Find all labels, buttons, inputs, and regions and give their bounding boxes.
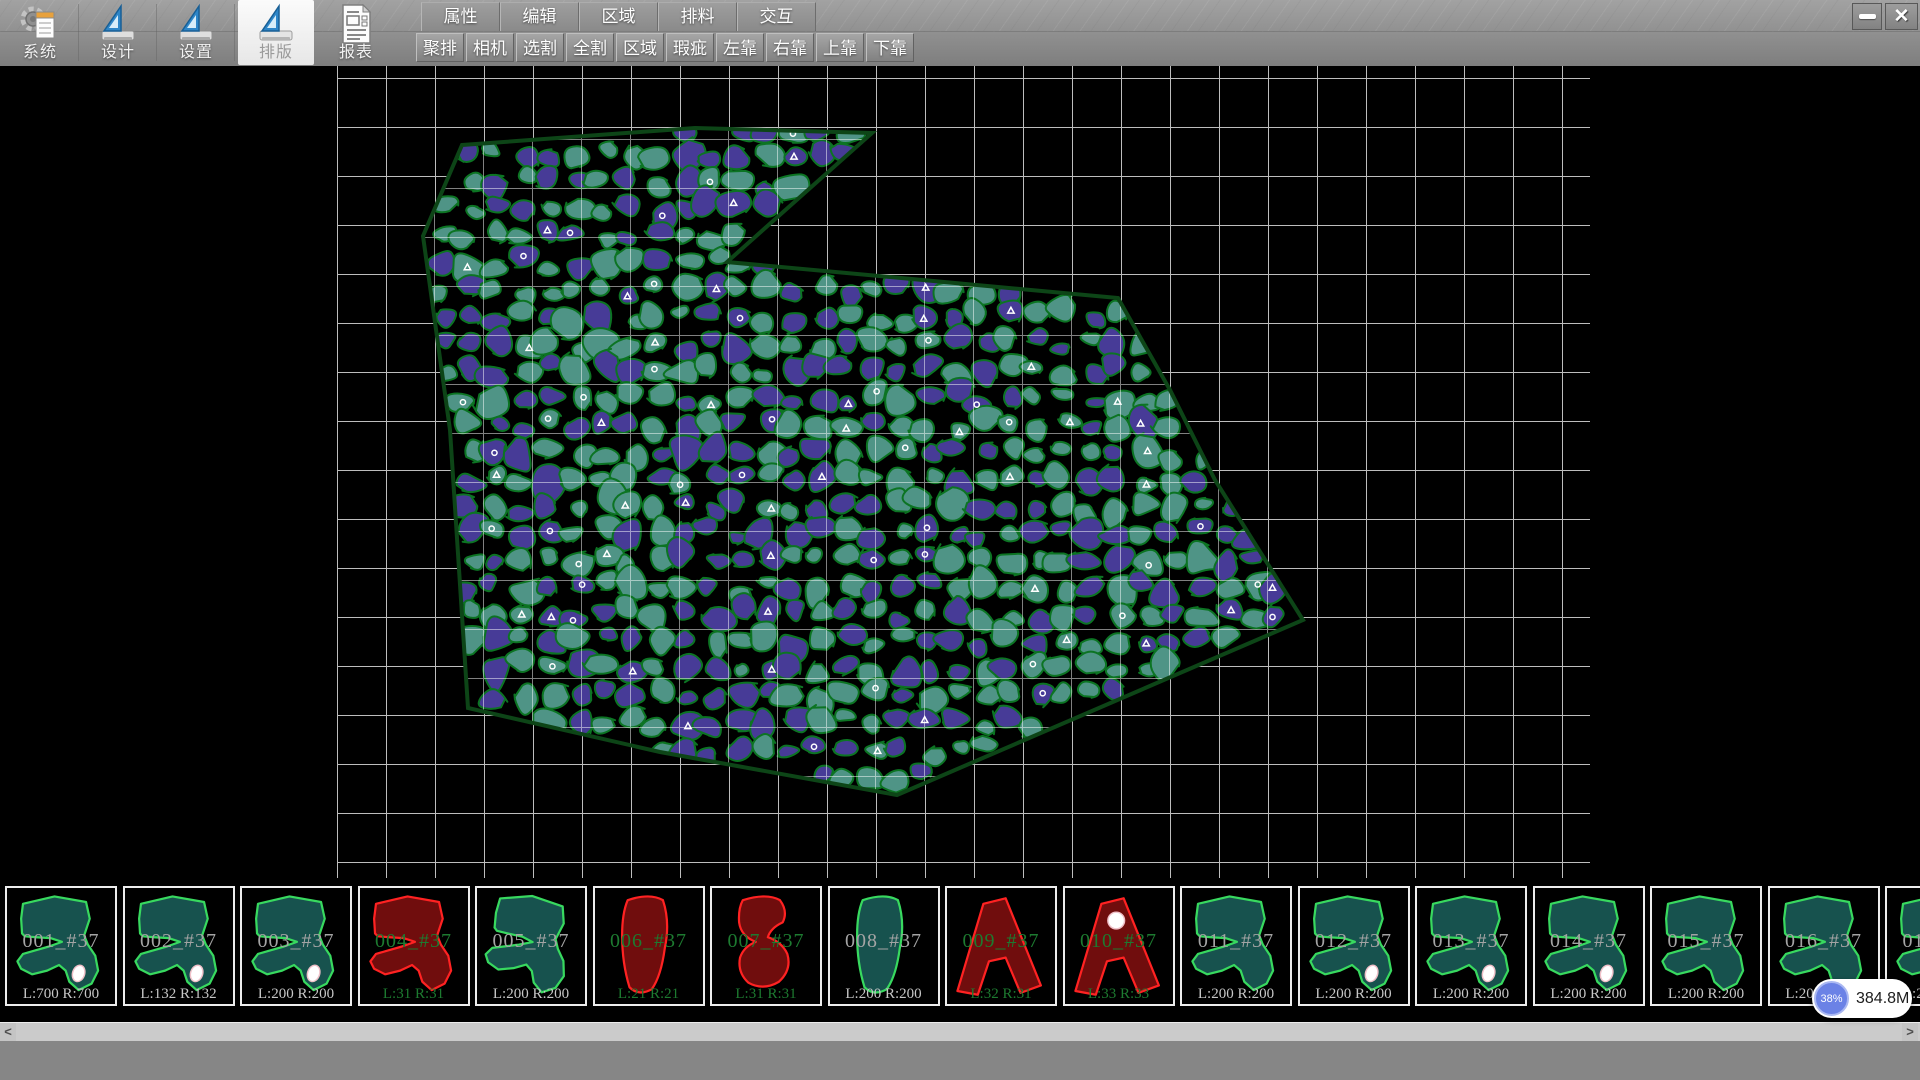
tab-nesting[interactable]: 排料 [658,2,737,31]
thumbnail-name-label: 015_#37 [1652,930,1760,953]
thumbnail-counts-label: L:200 R:200 [1652,986,1760,1003]
thumbnail-cell[interactable]: 013_#37 L:200 R:200 [1415,886,1527,1006]
scroll-right-arrow-icon[interactable]: > [1902,1023,1918,1041]
thumbnail-name-label: 006_#37 [595,930,703,953]
thumbnail-name-label: 003_#37 [242,930,350,953]
main-toolbar: 系统 设计 [0,0,1920,67]
thumbnail-name-label: 008_#37 [830,930,938,953]
thumbnail-counts-label: L:200 R:200 [830,986,938,1003]
close-button[interactable]: ✕ [1885,3,1918,30]
thumbnail-name-label: 012_#37 [1300,930,1408,953]
thumbnail-cell[interactable]: 012_#37 L:200 R:200 [1298,886,1410,1006]
tab-region[interactable]: 区域 [579,2,658,31]
piece-thumbnail-strip: 001_#37 L:700 R:700 002_#37 L:132 R:132 003_… [0,878,1920,1022]
thumbnail-cell[interactable]: 003_#37 L:200 R:200 [240,886,352,1006]
cut-all-button[interactable]: 全割 [566,33,614,62]
leather-hide-nest[interactable] [337,66,1590,878]
thumbnail-cell[interactable]: 004_#37 L:31 R:31 [358,886,470,1006]
tool-button-row: 聚排 相机 选割 全割 区域 瑕疵 左靠 右靠 上靠 下靠 [416,33,916,62]
thumbnail-cell[interactable]: 015_#37 L:200 R:200 [1650,886,1762,1006]
thumbnail-name-label: 013_#37 [1417,930,1525,953]
align-left-button[interactable]: 左靠 [716,33,764,62]
thumbnail-cell[interactable]: 002_#37 L:132 R:132 [123,886,235,1006]
horizontal-scrollbar[interactable]: < > [0,1022,1920,1041]
scroll-left-arrow-icon[interactable]: < [0,1023,16,1041]
thumbnail-cell[interactable]: 006_#37 L:21 R:21 [593,886,705,1006]
thumbnail-name-label: 002_#37 [125,930,233,953]
memory-value: 384.8M [1856,979,1909,1018]
thumbnail-counts-label: L:200 R:200 [1300,986,1408,1003]
thumbnail-counts-label: L:200 R:200 [477,986,585,1003]
system-button-label: 系统 [2,38,78,62]
system-button[interactable]: 系统 [2,0,78,65]
thumbnail-name-label: 017_#37 [1887,930,1920,953]
cpu-percent-indicator: 38% [1814,981,1849,1016]
menu-tab-row: 属性 编辑 区域 排料 交互 [421,2,816,30]
defect-button[interactable]: 瑕疵 [666,33,714,62]
memory-usage-badge[interactable]: 38% 384.8M [1812,979,1912,1018]
tab-edit[interactable]: 编辑 [500,2,579,31]
thumbnail-name-label: 005_#37 [477,930,585,953]
tab-interactive[interactable]: 交互 [737,2,816,31]
align-bottom-button[interactable]: 下靠 [866,33,914,62]
thumbnail-counts-label: L:31 R:31 [712,986,820,1003]
thumbnail-name-label: 009_#37 [947,930,1055,953]
minimize-icon [1859,14,1876,19]
grid-overlay [337,66,1590,878]
thumbnail-counts-label: L:21 R:21 [595,986,703,1003]
layout-button-active[interactable]: 排版 [238,0,314,65]
align-right-button[interactable]: 右靠 [766,33,814,62]
thumbnail-cell[interactable]: 009_#37 L:32 R:31 [945,886,1057,1006]
thumbnail-name-label: 010_#37 [1065,930,1173,953]
design-button-label: 设计 [80,38,156,62]
camera-button[interactable]: 相机 [466,33,514,62]
settings-button-label: 设置 [158,38,234,62]
report-button[interactable]: 报表 [318,0,394,65]
cluster-nest-button[interactable]: 聚排 [416,33,464,62]
minimize-button[interactable] [1852,3,1882,30]
thumbnail-counts-label: L:132 R:132 [125,986,233,1003]
thumbnail-name-label: 001_#37 [7,930,115,953]
thumbnail-cell[interactable]: 008_#37 L:200 R:200 [828,886,940,1006]
select-cut-button[interactable]: 选割 [516,33,564,62]
design-button[interactable]: 设计 [80,0,156,65]
thumbnail-counts-label: L:200 R:200 [242,986,350,1003]
settings-button[interactable]: 设置 [158,0,234,65]
thumbnail-cell[interactable]: 007_#37 L:31 R:31 [710,886,822,1006]
thumbnail-counts-label: L:700 R:700 [7,986,115,1003]
layout-button-label: 排版 [238,38,314,62]
thumbnail-cell[interactable]: 014_#37 L:200 R:200 [1533,886,1645,1006]
thumbnail-cell[interactable]: 011_#37 L:200 R:200 [1180,886,1292,1006]
piece-hole [1107,912,1124,929]
thumbnail-cell[interactable]: 001_#37 L:700 R:700 [5,886,117,1006]
thumbnail-name-label: 004_#37 [360,930,468,953]
thumbnail-name-label: 014_#37 [1535,930,1643,953]
close-icon: ✕ [1894,7,1910,26]
thumbnail-counts-label: L:200 R:200 [1182,986,1290,1003]
thumbnail-name-label: 011_#37 [1182,930,1290,953]
thumbnail-counts-label: L:200 R:200 [1417,986,1525,1003]
thumbnail-name-label: 007_#37 [712,930,820,953]
thumbnail-counts-label: L:33 R:33 [1065,986,1173,1003]
region-button[interactable]: 区域 [616,33,664,62]
thumbnail-name-label: 016_#37 [1770,930,1878,953]
tab-properties[interactable]: 属性 [421,2,500,31]
nesting-canvas[interactable] [0,66,1920,878]
status-bar [0,1041,1920,1080]
thumbnail-counts-label: L:200 R:200 [1535,986,1643,1003]
thumbnail-cell[interactable]: 010_#37 L:33 R:33 [1063,886,1175,1006]
align-top-button[interactable]: 上靠 [816,33,864,62]
thumbnail-cell[interactable]: 005_#37 L:200 R:200 [475,886,587,1006]
thumbnail-counts-label: L:31 R:31 [360,986,468,1003]
nesting-app-window: 系统 设计 [0,0,1920,1080]
thumbnail-counts-label: L:32 R:31 [947,986,1055,1003]
report-button-label: 报表 [318,38,394,62]
